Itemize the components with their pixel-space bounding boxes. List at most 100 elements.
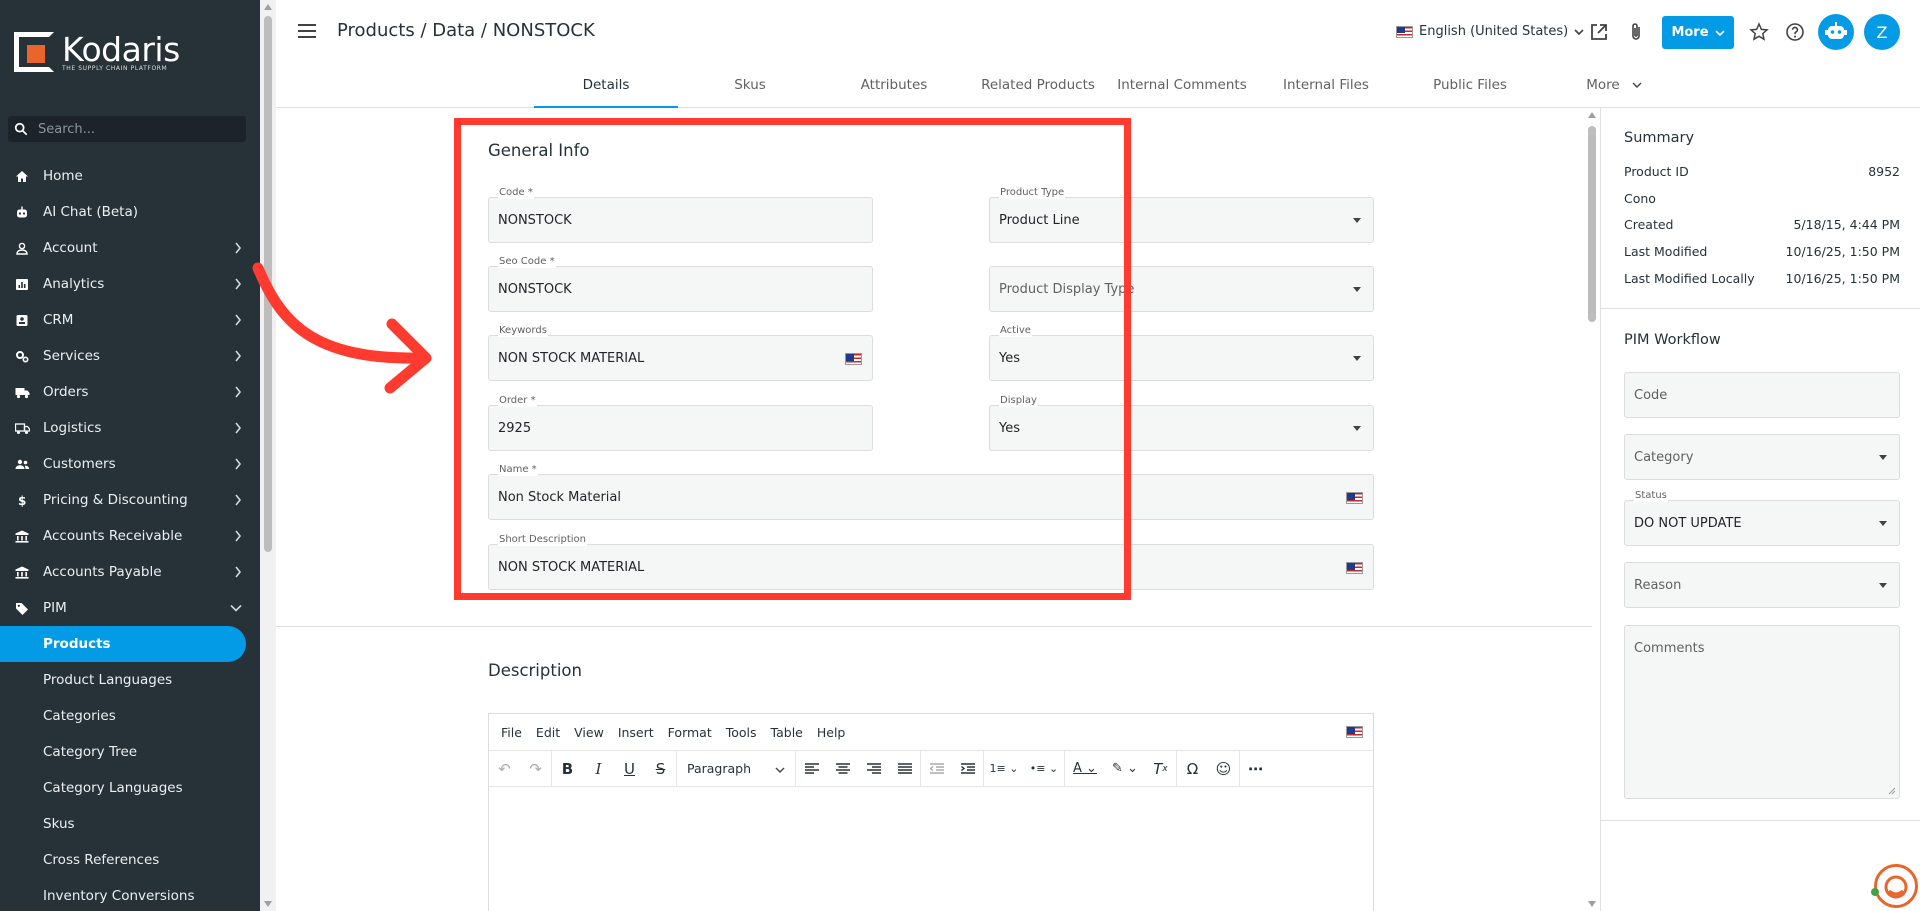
help-icon[interactable]: [1784, 21, 1806, 43]
chevron-right-icon: [235, 350, 242, 362]
text-color-icon[interactable]: A ⌄: [1065, 751, 1105, 787]
attachment-icon[interactable]: [1625, 21, 1647, 43]
workflow-code-field[interactable]: Code: [1624, 372, 1900, 418]
chevron-down-icon: [1632, 82, 1642, 88]
bold-icon[interactable]: B: [552, 751, 583, 787]
strikethrough-icon[interactable]: S: [645, 751, 676, 787]
sidebar-subitem-product-languages[interactable]: Product Languages: [0, 662, 260, 698]
workflow-status-label: Status: [1634, 490, 1668, 502]
chevron-down-icon: [1574, 28, 1584, 35]
tab-internal-comments[interactable]: Internal Comments: [1110, 62, 1254, 108]
sidebar-subitem-categories[interactable]: Categories: [0, 698, 260, 734]
indent-icon[interactable]: [952, 751, 983, 787]
tab-label: More: [1586, 77, 1620, 93]
tab-skus[interactable]: Skus: [678, 62, 822, 108]
summary-row: Created 5/18/15, 4:44 PM: [1624, 217, 1900, 237]
align-center-icon[interactable]: [827, 751, 858, 787]
tab-related-products[interactable]: Related Products: [966, 62, 1110, 108]
sidebar-item-ai-chat-beta[interactable]: AI Chat (Beta): [0, 194, 260, 230]
sidebar-item-account[interactable]: Account: [0, 230, 260, 266]
sidebar-subitem-cross-references[interactable]: Cross References: [0, 842, 260, 878]
sidebar-subitem-products[interactable]: Products: [0, 626, 246, 662]
sidebar-search-input[interactable]: [38, 121, 238, 137]
main-scrollbar[interactable]: [1584, 108, 1600, 911]
workflow-reason-select[interactable]: Reason: [1624, 562, 1900, 608]
sidebar-item-label: AI Chat (Beta): [43, 204, 139, 220]
star-icon[interactable]: [1748, 21, 1770, 43]
editor-menu-edit[interactable]: Edit: [536, 725, 560, 740]
editor-menu-help[interactable]: Help: [817, 725, 846, 740]
resize-grip-icon[interactable]: [1888, 787, 1896, 795]
sidebar-scrollbar[interactable]: [260, 0, 276, 911]
tab-details[interactable]: Details: [534, 62, 678, 108]
main-scroll-thumb[interactable]: [1588, 126, 1596, 322]
more-tools-icon[interactable]: ⋯: [1240, 751, 1271, 787]
sidebar-item-analytics[interactable]: Analytics: [0, 266, 260, 302]
editor-menu-format[interactable]: Format: [668, 725, 712, 740]
chevron-down-icon: [230, 604, 242, 612]
editor-menu-insert[interactable]: Insert: [618, 725, 654, 740]
sidebar-item-accounts-payable[interactable]: Accounts Payable: [0, 554, 260, 590]
sidebar-search[interactable]: [8, 116, 246, 142]
online-status-dot: [1871, 888, 1879, 896]
menu-icon[interactable]: [298, 24, 316, 38]
sidebar-item-pim[interactable]: PIM: [0, 590, 260, 626]
sidebar-item-crm[interactable]: CRM: [0, 302, 260, 338]
sidebar-item-customers[interactable]: Customers: [0, 446, 260, 482]
align-right-icon[interactable]: [858, 751, 889, 787]
align-justify-icon[interactable]: [889, 751, 920, 787]
workflow-comments-textarea[interactable]: Comments: [1624, 625, 1900, 799]
tab-more[interactable]: More: [1542, 62, 1686, 108]
editor-menubar: File Edit View Insert Format Tools Table…: [489, 714, 1373, 751]
sidebar-subitem-inventory-conversions[interactable]: Inventory Conversions: [0, 878, 260, 911]
sidebar-subitem-category-languages[interactable]: Category Languages: [0, 770, 260, 806]
outdent-icon[interactable]: [921, 751, 952, 787]
logistics-truck-icon: [14, 421, 30, 435]
undo-icon[interactable]: ↶: [489, 751, 520, 787]
live-chat-button[interactable]: [1874, 864, 1918, 908]
us-flag-icon[interactable]: [1346, 726, 1363, 738]
workflow-comments-placeholder: Comments: [1634, 641, 1705, 656]
sidebar-subitem-skus[interactable]: Skus: [0, 806, 260, 842]
bulleted-list-icon[interactable]: •≡ ⌄: [1024, 751, 1064, 787]
tab-internal-files[interactable]: Internal Files: [1254, 62, 1398, 108]
workflow-category-select[interactable]: Category: [1624, 434, 1900, 480]
chevron-right-icon: [235, 422, 242, 434]
editor-menu-file[interactable]: File: [501, 725, 522, 740]
more-button[interactable]: More: [1662, 16, 1734, 49]
description-editor[interactable]: File Edit View Insert Format Tools Table…: [488, 713, 1374, 911]
italic-icon[interactable]: I: [583, 751, 614, 787]
editor-menu-tools[interactable]: Tools: [726, 725, 757, 740]
sidebar-item-pricing-discounting[interactable]: $ Pricing & Discounting: [0, 482, 260, 518]
tab-public-files[interactable]: Public Files: [1398, 62, 1542, 108]
brand-tagline: THE SUPPLY CHAIN PLATFORM: [62, 64, 168, 72]
align-left-icon[interactable]: [796, 751, 827, 787]
open-in-new-icon[interactable]: [1588, 21, 1610, 43]
workflow-status-select[interactable]: Status DO NOT UPDATE: [1624, 490, 1900, 546]
us-flag-icon[interactable]: [1346, 492, 1363, 504]
tab-label: Details: [582, 77, 630, 93]
sidebar-item-accounts-receivable[interactable]: Accounts Receivable: [0, 518, 260, 554]
language-selector[interactable]: English (United States): [1396, 24, 1584, 39]
us-flag-icon[interactable]: [1346, 562, 1363, 574]
tab-attributes[interactable]: Attributes: [822, 62, 966, 108]
special-character-icon[interactable]: Ω: [1177, 751, 1208, 787]
sidebar-item-orders[interactable]: Orders: [0, 374, 260, 410]
sidebar-item-services[interactable]: Services: [0, 338, 260, 374]
editor-menu-view[interactable]: View: [574, 725, 604, 740]
ai-assistant-button[interactable]: [1818, 14, 1854, 50]
analytics-icon: [14, 277, 30, 291]
sidebar-item-logistics[interactable]: Logistics: [0, 410, 260, 446]
user-avatar[interactable]: Z: [1864, 14, 1900, 50]
sidebar-item-home[interactable]: Home: [0, 158, 260, 194]
sidebar-subitem-category-tree[interactable]: Category Tree: [0, 734, 260, 770]
redo-icon[interactable]: ↷: [520, 751, 551, 787]
underline-icon[interactable]: U: [614, 751, 645, 787]
numbered-list-icon[interactable]: 1≡ ⌄: [984, 751, 1024, 787]
kodaris-logo[interactable]: Kodaris THE SUPPLY CHAIN PLATFORM: [14, 32, 180, 72]
editor-menu-table[interactable]: Table: [771, 725, 803, 740]
emoji-icon[interactable]: ☺: [1208, 751, 1239, 787]
highlight-color-icon[interactable]: ✎ ⌄: [1105, 751, 1145, 787]
clear-formatting-icon[interactable]: Tx: [1145, 751, 1176, 787]
block-format-select[interactable]: Paragraph: [677, 751, 795, 787]
